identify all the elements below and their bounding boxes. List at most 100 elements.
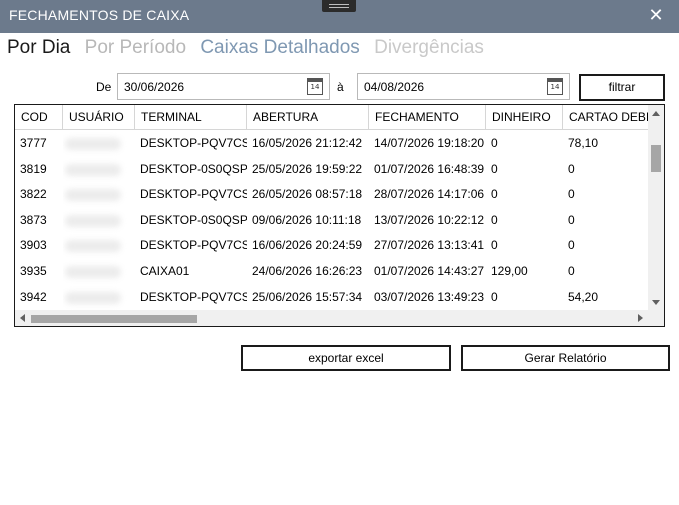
redacted-user-blur xyxy=(65,163,121,176)
date-to-picker[interactable]: 04/08/2026 14 xyxy=(357,73,570,100)
table-header: COD USUÁRIO TERMINAL ABERTURA FECHAMENTO… xyxy=(15,105,664,130)
cell-cod: 3819 xyxy=(20,161,47,176)
cell-cod: 3822 xyxy=(20,187,47,202)
cell-fechamento: 01/07/2026 14:43:27 xyxy=(374,264,485,278)
redacted-user-blur xyxy=(65,214,121,227)
cell-dinheiro: 0 xyxy=(491,136,498,150)
redacted-user-blur xyxy=(65,138,121,150)
cell-cartao-debito: 0 xyxy=(568,212,575,227)
cell-abertura: 16/05/2026 21:12:42 xyxy=(252,136,363,150)
table-row[interactable]: 3822 DESKTOP-PQV7CS7 26/05/2026 08:57:18 28… xyxy=(15,181,648,207)
cell-dinheiro: 0 xyxy=(491,238,498,253)
cell-abertura: 16/06/2026 20:24:59 xyxy=(252,238,363,253)
cell-abertura: 09/06/2026 10:11:18 xyxy=(252,212,362,227)
tab-divergencias[interactable]: Divergências xyxy=(374,37,484,59)
cell-cartao-debito: 0 xyxy=(568,161,575,176)
scroll-right-icon[interactable] xyxy=(638,314,643,322)
table-row[interactable]: 3777 DESKTOP-PQV7CS7 16/05/2026 21:12:42 14… xyxy=(15,130,648,156)
cell-dinheiro: 0 xyxy=(491,161,498,176)
vertical-scroll-thumb[interactable] xyxy=(651,145,661,172)
scroll-left-icon[interactable] xyxy=(20,314,25,322)
date-to-label: à xyxy=(337,80,344,94)
date-from-value[interactable]: 30/06/2026 xyxy=(124,80,184,94)
date-from-label: De xyxy=(96,80,112,94)
cell-cod: 3942 xyxy=(20,289,47,304)
cell-terminal: DESKTOP-0S0QSPU xyxy=(140,161,247,176)
cell-fechamento: 01/07/2026 16:48:39 xyxy=(374,161,485,176)
cell-usuario xyxy=(63,284,135,310)
cell-dinheiro: 0 xyxy=(491,289,498,304)
column-header-cod[interactable]: COD xyxy=(15,105,63,130)
calendar-icon[interactable]: 14 xyxy=(547,78,563,95)
cell-fechamento: 14/07/2026 19:18:20 xyxy=(374,136,485,150)
cell-terminal: CAIXA01 xyxy=(140,264,190,278)
tab-caixas-detalhados[interactable]: Caixas Detalhados xyxy=(200,37,359,59)
cell-usuario xyxy=(63,181,135,207)
cell-fechamento: 28/07/2026 14:17:06 xyxy=(374,187,485,202)
cell-cod: 3935 xyxy=(20,264,47,278)
cell-cartao-debito: 0 xyxy=(568,187,575,202)
cell-cartao-debito: 0 xyxy=(568,238,575,253)
close-icon[interactable]: ✕ xyxy=(646,6,666,26)
cell-dinheiro: 129,00 xyxy=(491,264,528,278)
scrollbar-corner xyxy=(648,310,664,326)
redacted-user-blur xyxy=(65,266,121,278)
window-title: FECHAMENTOS DE CAIXA xyxy=(9,7,190,23)
cell-dinheiro: 0 xyxy=(491,187,498,202)
closures-table[interactable]: COD USUÁRIO TERMINAL ABERTURA FECHAMENTO… xyxy=(14,104,665,327)
table-row[interactable]: 3935 CAIXA01 24/06/2026 16:26:23 01/07/2026… xyxy=(15,258,648,284)
cell-usuario xyxy=(63,156,135,182)
cell-abertura: 25/05/2026 19:59:22 xyxy=(252,161,363,176)
column-header-terminal[interactable]: TERMINAL xyxy=(135,105,247,130)
date-to-value[interactable]: 04/08/2026 xyxy=(364,80,424,94)
cell-usuario xyxy=(63,207,135,233)
vertical-scrollbar[interactable] xyxy=(648,105,664,310)
scroll-down-icon[interactable] xyxy=(652,300,660,305)
date-from-picker[interactable]: 30/06/2026 14 xyxy=(117,73,330,100)
cell-terminal: DESKTOP-0S0QSPU xyxy=(140,212,247,227)
redacted-user-blur xyxy=(65,291,121,304)
cell-terminal: DESKTOP-PQV7CS7 xyxy=(140,136,247,150)
column-header-abertura[interactable]: ABERTURA xyxy=(247,105,369,130)
cell-dinheiro: 0 xyxy=(491,212,498,227)
redacted-user-blur xyxy=(65,240,121,253)
generate-report-button[interactable]: Gerar Relatório xyxy=(461,345,670,371)
cell-cartao-debito: 0 xyxy=(568,264,575,278)
table-row[interactable]: 3942 DESKTOP-PQV7CS7 25/06/2026 15:57:34 03… xyxy=(15,284,648,310)
cell-fechamento: 27/07/2026 13:13:41 xyxy=(374,238,485,253)
cell-usuario xyxy=(63,232,135,258)
horizontal-scroll-thumb[interactable] xyxy=(31,315,197,323)
column-header-usuario[interactable]: USUÁRIO xyxy=(63,105,135,130)
column-header-cartao-debito[interactable]: CARTAO DEBITO xyxy=(563,105,648,130)
table-row[interactable]: 3819 DESKTOP-0S0QSPU 25/05/2026 19:59:22 01… xyxy=(15,156,648,182)
cell-abertura: 24/06/2026 16:26:23 xyxy=(252,264,363,278)
cell-usuario xyxy=(63,130,135,156)
calendar-icon[interactable]: 14 xyxy=(307,78,323,95)
cell-cartao-debito: 54,20 xyxy=(568,289,599,304)
cell-abertura: 25/06/2026 15:57:34 xyxy=(252,289,363,304)
filter-button[interactable]: filtrar xyxy=(579,74,665,101)
scroll-up-icon[interactable] xyxy=(652,111,660,116)
cell-cod: 3777 xyxy=(20,136,47,150)
cell-terminal: DESKTOP-PQV7CS7 xyxy=(140,238,247,253)
cell-fechamento: 03/07/2026 13:49:23 xyxy=(374,289,485,304)
column-header-fechamento[interactable]: FECHAMENTO xyxy=(369,105,486,130)
cell-cod: 3873 xyxy=(20,212,47,227)
table-row[interactable]: 3873 DESKTOP-0S0QSPU 09/06/2026 10:11:18 13… xyxy=(15,207,648,233)
cell-cod: 3903 xyxy=(20,238,47,253)
cell-fechamento: 13/07/2026 10:22:12 xyxy=(374,212,485,227)
cell-terminal: DESKTOP-PQV7CS7 xyxy=(140,289,247,304)
cell-abertura: 26/05/2026 08:57:18 xyxy=(252,187,363,202)
column-header-dinheiro[interactable]: DINHEIRO xyxy=(486,105,563,130)
table-row[interactable]: 3903 DESKTOP-PQV7CS7 16/06/2026 20:24:59 27… xyxy=(15,232,648,258)
tab-por-periodo[interactable]: Por Período xyxy=(85,37,186,59)
cell-terminal: DESKTOP-PQV7CS7 xyxy=(140,187,247,202)
cell-usuario xyxy=(63,258,135,284)
drag-handle-icon[interactable] xyxy=(322,0,356,12)
redacted-user-blur xyxy=(65,189,121,202)
tab-strip: Por Dia Por Período Caixas Detalhados Di… xyxy=(7,37,493,63)
title-bar: FECHAMENTOS DE CAIXA ✕ xyxy=(0,0,679,33)
horizontal-scrollbar[interactable] xyxy=(15,310,648,326)
tab-por-dia[interactable]: Por Dia xyxy=(7,37,70,59)
export-excel-button[interactable]: exportar excel xyxy=(241,345,451,371)
